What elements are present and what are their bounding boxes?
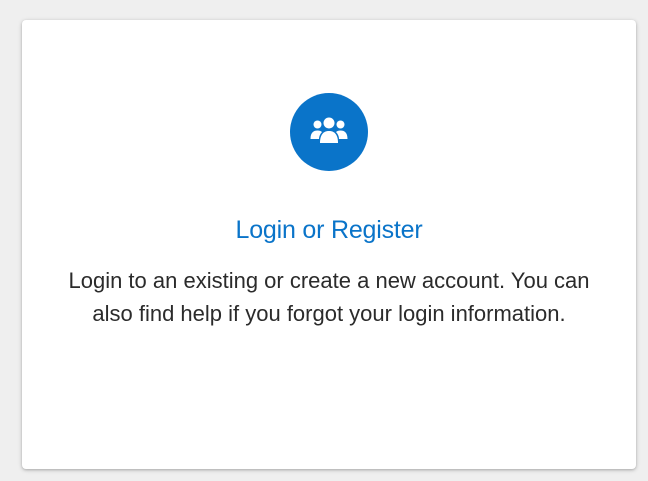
card-description: Login to an existing or create a new acc… xyxy=(68,268,590,326)
login-register-card[interactable]: Login or Register Login to an existing o… xyxy=(22,20,636,469)
card-title[interactable]: Login or Register xyxy=(22,213,636,247)
users-group-icon xyxy=(290,93,368,171)
